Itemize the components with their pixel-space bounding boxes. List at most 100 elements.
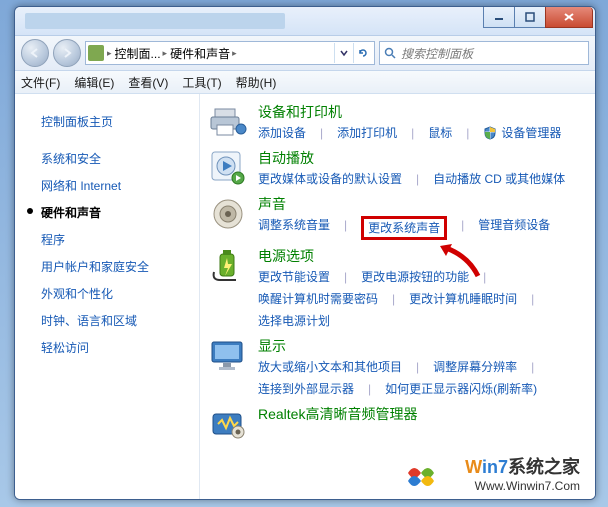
body: 控制面板主页 系统和安全网络和 Internet硬件和声音程序用户帐户和家庭安全… [15,94,595,500]
address-bar[interactable]: ▸ 控制面... ▸ 硬件和声音 ▸ [85,41,375,65]
autoplay-icon [208,148,248,188]
minimize-icon [494,12,504,22]
task-link[interactable]: 添加设备 [258,124,306,142]
category-links: 添加设备 | 添加打印机 | 鼠标 | 设备管理器 [258,124,583,142]
sidebar-item[interactable]: 轻松访问 [15,334,199,361]
task-link[interactable]: 鼠标 [428,124,452,142]
navbar: ▸ 控制面... ▸ 硬件和声音 ▸ 搜索控制面板 [15,36,595,71]
menu-help[interactable]: 帮助(H) [236,74,277,91]
menu-view[interactable]: 查看(V) [128,74,168,91]
task-link[interactable]: 自动播放 CD 或其他媒体 [433,170,565,188]
separator: | [461,216,464,240]
category-title[interactable]: 显示 [258,336,583,356]
arrow-right-icon [61,47,73,59]
category-links: 调整系统音量 | 更改系统声音 | 管理音频设备 [258,216,583,240]
sidebar-item[interactable]: 用户帐户和家庭安全 [15,253,199,280]
sidebar-item[interactable]: 网络和 Internet [15,172,199,199]
category-title[interactable]: 自动播放 [258,148,583,168]
category-links: 放大或缩小文本和其他项目 | 调整屏幕分辨率 | 连接到外部显示器 | 如何更正显示器闪烁(… [258,358,583,398]
breadcrumb-segment[interactable]: 硬件和声音 [170,45,230,62]
task-link[interactable]: 选择电源计划 [258,312,330,330]
control-panel-icon [88,45,104,61]
separator: | [466,124,469,142]
category: Realtek高清晰音频管理器 [208,404,583,444]
sidebar-item[interactable]: 硬件和声音 [15,199,199,226]
sidebar-item[interactable]: 外观和个性化 [15,280,199,307]
window-buttons [484,7,593,28]
separator: | [320,124,323,142]
category: 电源选项更改节能设置 | 更改电源按钮的功能 | 唤醒计算机时需要密码 | 更改计算机睡眠时… [208,246,583,330]
separator: | [392,290,395,308]
task-link-highlighted[interactable]: 更改系统声音 [361,216,447,240]
menubar: 文件(F) 编辑(E) 查看(V) 工具(T) 帮助(H) [15,71,595,94]
watermark-in7: in7 [482,457,508,477]
task-link[interactable]: 放大或缩小文本和其他项目 [258,358,402,376]
task-link[interactable]: 更改媒体或设备的默认设置 [258,170,402,188]
speaker-icon [208,194,248,234]
sidebar-item[interactable]: 程序 [15,226,199,253]
category: 自动播放更改媒体或设备的默认设置 | 自动播放 CD 或其他媒体 [208,148,583,188]
task-link[interactable]: 连接到外部显示器 [258,380,354,398]
refresh-icon [357,47,369,59]
watermark-url: Www.Winwin7.Com [465,479,580,493]
printer-icon [208,102,248,142]
maximize-button[interactable] [514,7,546,28]
search-placeholder: 搜索控制面板 [401,45,473,62]
control-panel-window: ▸ 控制面... ▸ 硬件和声音 ▸ 搜索控制面板 文件(F) 编辑(E) 查看… [14,6,596,500]
menu-edit[interactable]: 编辑(E) [74,74,114,91]
task-link[interactable]: 调整系统音量 [258,216,330,240]
separator: | [368,380,371,398]
sidebar-item[interactable]: 系统和安全 [15,145,199,172]
maximize-icon [525,12,535,22]
sidebar-item[interactable]: 时钟、语言和区域 [15,307,199,334]
category: 设备和打印机添加设备 | 添加打印机 | 鼠标 | 设备管理器 [208,102,583,142]
separator: | [416,170,419,188]
menu-tools[interactable]: 工具(T) [182,74,221,91]
separator: | [416,358,419,376]
nav-back-button[interactable] [21,39,49,67]
task-link[interactable]: 更改计算机睡眠时间 [409,290,517,308]
minimize-button[interactable] [483,7,515,28]
task-link[interactable]: 如何更正显示器闪烁(刷新率) [385,380,537,398]
separator: | [531,358,534,376]
nav-forward-button[interactable] [53,39,81,67]
title-placeholder [25,13,285,29]
task-link[interactable]: 唤醒计算机时需要密码 [258,290,378,308]
task-link[interactable]: 设备管理器 [483,124,561,142]
category-title[interactable]: 设备和打印机 [258,102,583,122]
sidebar-home[interactable]: 控制面板主页 [15,108,199,135]
task-link[interactable]: 更改电源按钮的功能 [361,268,469,286]
chevron-right-icon: ▸ [232,48,237,59]
task-link[interactable]: 更改节能设置 [258,268,330,286]
search-icon [384,47,397,60]
titlebar [15,7,595,36]
power-icon [208,246,248,286]
search-input[interactable]: 搜索控制面板 [379,41,589,65]
watermark: Win7系统之家 Www.Winwin7.Com [465,453,580,493]
close-button[interactable] [545,7,593,28]
shield-icon [483,126,497,140]
chevron-right-icon: ▸ [163,48,168,59]
task-link[interactable]: 添加打印机 [337,124,397,142]
address-dropdown-button[interactable] [334,43,353,63]
refresh-button[interactable] [353,43,372,63]
chevron-down-icon [340,49,348,57]
realtek-icon [208,404,248,444]
watermark-logo-icon [404,459,438,489]
task-link[interactable]: 调整屏幕分辨率 [433,358,517,376]
menu-file[interactable]: 文件(F) [21,74,60,91]
category-title[interactable]: 声音 [258,194,583,214]
category-title[interactable]: 电源选项 [258,246,583,266]
task-link[interactable]: 管理音频设备 [478,216,550,240]
separator: | [344,216,347,240]
sidebar: 控制面板主页 系统和安全网络和 Internet硬件和声音程序用户帐户和家庭安全… [15,94,200,500]
chevron-right-icon: ▸ [107,48,112,59]
category-title[interactable]: Realtek高清晰音频管理器 [258,404,583,424]
category-links: 更改节能设置|更改电源按钮的功能|唤醒计算机时需要密码|更改计算机睡眠时间|选择… [258,268,583,330]
separator: | [344,268,347,286]
arrow-left-icon [29,47,41,59]
separator: | [531,290,534,308]
breadcrumb-segment[interactable]: 控制面... [115,45,161,62]
content-pane: 设备和打印机添加设备 | 添加打印机 | 鼠标 | 设备管理器自动播放更改媒体或设备的默认设… [200,94,595,500]
separator: | [411,124,414,142]
